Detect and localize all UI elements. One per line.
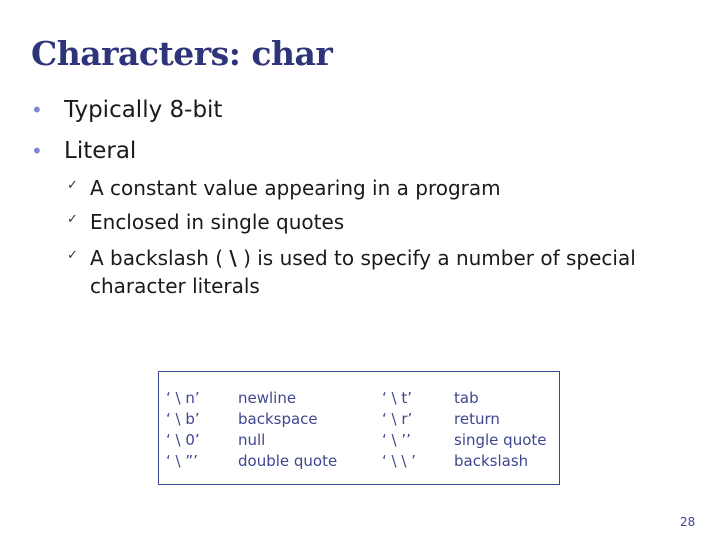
- escape-description: newline: [238, 389, 297, 407]
- escape-description: backslash: [454, 452, 529, 470]
- escape-code: ‘ \ t’: [382, 389, 413, 407]
- escape-description: null: [238, 431, 266, 449]
- escape-code: ‘ \ b’: [166, 410, 200, 428]
- sub-bullet-text: A constant value appearing in a program: [90, 176, 501, 200]
- escape-code: ‘ \ n’: [166, 389, 200, 407]
- escape-description: backspace: [238, 410, 318, 428]
- sub-bullet-text: A backslash ( \ ) is used to specify a n…: [90, 244, 650, 300]
- escape-description: tab: [454, 389, 479, 407]
- escape-code: ‘ \ r’: [382, 410, 413, 428]
- escape-code: ‘ \ ”’: [166, 452, 198, 470]
- bullet-text: Typically 8-bit: [64, 97, 223, 123]
- backslash-symbol: \: [229, 246, 237, 270]
- escape-sequence-table: ‘ \ n’ newline ‘ \ t’ tab ‘ \ b’ backspa…: [158, 371, 560, 485]
- checkmark-icon: ✓: [67, 212, 78, 227]
- bullet-dot-icon: •: [31, 139, 43, 163]
- page-number: 28: [680, 515, 696, 529]
- escape-code: ‘ \ ’’: [382, 431, 411, 449]
- slide-title: Characters: char: [31, 34, 333, 73]
- checkmark-icon: ✓: [67, 248, 78, 263]
- escape-code: ‘ \ 0’: [166, 431, 200, 449]
- escape-description: return: [454, 410, 500, 428]
- escape-description: double quote: [238, 452, 338, 470]
- bullet-dot-icon: •: [31, 98, 43, 122]
- checkmark-icon: ✓: [67, 178, 78, 193]
- escape-description: single quote: [454, 431, 547, 449]
- escape-code: ‘ \ \ ’: [382, 452, 416, 470]
- bullet-text: Literal: [64, 138, 137, 164]
- sub-bullet-text: Enclosed in single quotes: [90, 210, 345, 234]
- sub-bullet-text-start: A backslash (: [90, 246, 230, 270]
